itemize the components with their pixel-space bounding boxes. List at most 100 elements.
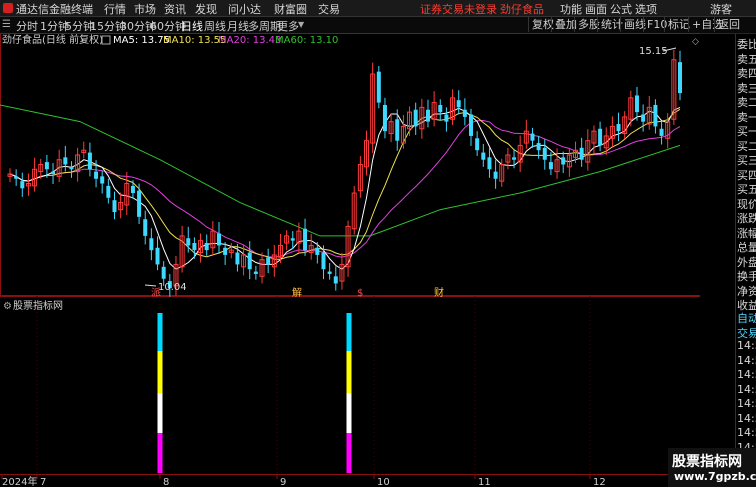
candle-body-down	[487, 157, 492, 170]
btn-fanhui[interactable]: 返回	[714, 17, 743, 32]
candle-body-down	[44, 162, 49, 170]
candle-body-down	[315, 247, 320, 255]
event-label-jie[interactable]: 解	[292, 286, 302, 299]
watermark-title: 股票指标网	[672, 454, 742, 470]
menu-hangqing[interactable]: 行情	[104, 1, 126, 17]
candle-body-down	[493, 171, 498, 179]
tab-period-more[interactable]: 更多	[277, 18, 299, 34]
candle-body-down	[469, 114, 474, 136]
chart-title: 劲仔食品(日线 前复权)	[2, 33, 103, 46]
event-label-cai[interactable]: 财	[434, 286, 444, 299]
candle-body-down	[327, 271, 332, 274]
ma60-label: MA60: 13.10	[275, 35, 338, 46]
candle-body-down	[130, 185, 135, 194]
ma5-label: MA5: 13.75	[113, 35, 170, 46]
toolbar-lines-icon[interactable]: ☰	[2, 19, 11, 30]
time-tick-label: 2024年	[2, 475, 37, 487]
menu-wenxiaoda[interactable]: 问小达	[228, 1, 261, 17]
time-tick-label: 10	[377, 477, 390, 487]
tick-time-label: 14:50	[737, 426, 756, 439]
ma10-label: MA10: 13.55	[163, 35, 226, 46]
candle-body-down	[413, 109, 418, 127]
menu-zixun[interactable]: 资讯	[164, 1, 186, 17]
ma10-path	[9, 108, 681, 260]
period-toolbar: ☰ 分时 1分钟 5分钟 15分钟 30分钟 60分钟 日线 周线 月线 多周期…	[0, 17, 756, 34]
more-caret-icon[interactable]: ▼	[298, 20, 304, 29]
candle-body-down	[321, 252, 326, 270]
indicator-bar-segment	[346, 433, 352, 473]
ma20-path	[9, 119, 681, 258]
time-tick-label: 12	[593, 477, 606, 487]
candle-body-down	[69, 166, 74, 170]
tab-period-weekly[interactable]: 周线	[204, 18, 226, 34]
candle-body-down	[444, 114, 449, 122]
candle-body-down	[438, 104, 443, 113]
candle-body-down	[641, 114, 646, 122]
high-marker: 15.15	[639, 46, 668, 57]
candle-body-down	[192, 243, 197, 251]
panel-collapse-icon[interactable]: ◇	[692, 37, 699, 47]
user-label[interactable]: 游客	[710, 1, 732, 17]
candle-body-down	[253, 271, 258, 274]
stock-link[interactable]: 劲仔食品	[500, 1, 544, 17]
candle-body-down	[137, 190, 142, 217]
candle-body-down	[235, 252, 240, 265]
candle-body-down	[333, 276, 338, 284]
menu-huamian[interactable]: 画面	[585, 1, 607, 17]
tab-period-fenshi[interactable]: 分时	[16, 18, 38, 34]
candle-body-down	[149, 238, 154, 251]
event-label-pai[interactable]: 派	[151, 287, 161, 299]
kline-chart[interactable]: 15.0014.5014.0013.5013.0012.5012.0011.50…	[0, 33, 700, 487]
indicator-bar-segment	[346, 351, 352, 393]
indicator-bar-segment	[157, 393, 163, 433]
tick-time-label: 14:50	[737, 353, 756, 367]
indicator-title: 股票指标网	[13, 299, 63, 312]
time-tick-label: 8	[163, 477, 169, 487]
candle-body-down	[653, 104, 658, 127]
candle-body-down	[425, 109, 430, 122]
tab-period-monthly[interactable]: 月线	[227, 18, 249, 34]
candle-body-down	[678, 62, 682, 94]
tick-time-label: 14:50	[737, 382, 756, 396]
ma10-line	[9, 108, 681, 260]
time-tick-label: 7	[40, 477, 46, 487]
candle-body-down	[512, 157, 517, 160]
candle-body-down	[598, 128, 603, 146]
time-tick-label: 9	[280, 477, 286, 487]
menu-jiaoyi[interactable]: 交易	[318, 1, 340, 17]
menu-gongshi[interactable]: 公式	[610, 1, 632, 17]
candle-body-down	[530, 133, 535, 141]
candle-body-down	[112, 200, 117, 213]
candle-body-down	[20, 181, 25, 189]
candle-body-down	[548, 162, 553, 170]
candle-body-down	[462, 109, 467, 117]
indicator-settings-icon[interactable]: ⚙	[3, 301, 12, 312]
app-logo-icon	[3, 3, 13, 13]
app-name: 通达信金融终端	[16, 3, 93, 16]
login-alert[interactable]: 证券交易未登录	[420, 1, 497, 17]
tick-time-label: 14:50	[737, 339, 756, 352]
candle-body-down	[204, 243, 209, 251]
watermark-url: www.7gpzb.com	[674, 470, 756, 483]
menu-gongneng[interactable]: 功能	[560, 1, 582, 17]
candle-body-down	[155, 247, 160, 265]
menu-xuanxiang[interactable]: 选项	[635, 1, 657, 17]
time-axis: 2024年 7 8 9 10 11 12	[1, 474, 606, 487]
tab-period-daily[interactable]: 日线	[181, 18, 203, 34]
candle-body-down	[579, 147, 584, 160]
ma5-path	[9, 106, 681, 270]
menu-faxian[interactable]: 发现	[195, 1, 217, 17]
candle-body-down	[303, 228, 308, 251]
candle-body-down	[395, 119, 400, 141]
ma5-line	[9, 106, 681, 270]
menu-caifuquan[interactable]: 财富圈	[274, 1, 307, 17]
candle-body-down	[216, 233, 221, 246]
candle-body-down	[51, 171, 56, 174]
candle-body-down	[247, 252, 252, 270]
ma-settings-icon[interactable]	[101, 35, 111, 45]
menu-shichang[interactable]: 市场	[134, 1, 156, 17]
event-label-dollar[interactable]: $	[357, 288, 363, 299]
tick-time-label: 14:50	[737, 368, 756, 381]
candle-body-down	[659, 128, 664, 136]
indicator-bars	[157, 313, 352, 473]
